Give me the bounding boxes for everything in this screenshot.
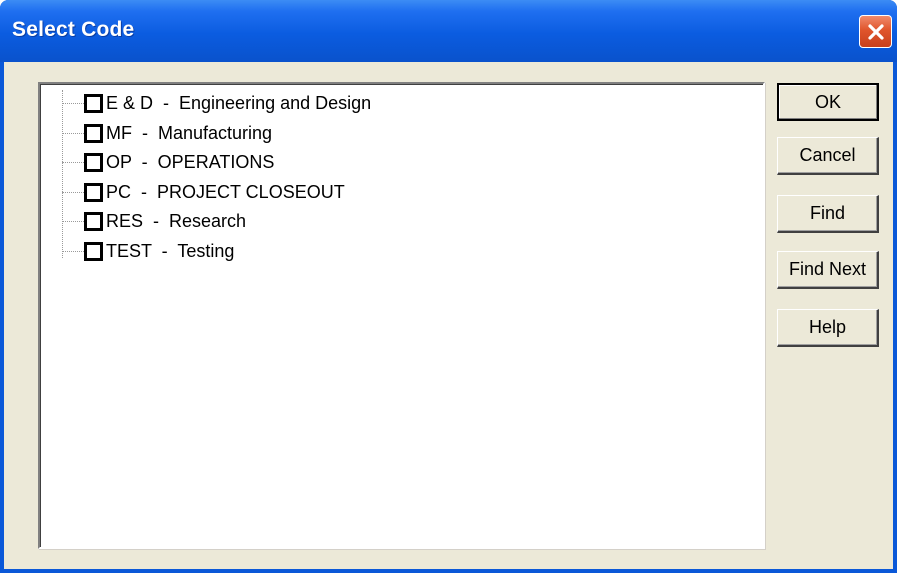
checkbox[interactable] <box>84 241 103 261</box>
tree-item-label: PC - PROJECT CLOSEOUT <box>106 181 345 202</box>
tree-item-operations[interactable]: OP - OPERATIONS <box>62 147 274 177</box>
tree-item-label: OP - OPERATIONS <box>106 151 275 172</box>
tree-branch-line <box>62 191 84 193</box>
help-button[interactable]: Help <box>777 309 879 347</box>
checkbox[interactable] <box>84 93 103 113</box>
code-tree[interactable]: E & D - Engineering and Design MF - Manu… <box>38 82 765 549</box>
tree-branch-line <box>62 132 84 134</box>
checkbox[interactable] <box>84 123 103 143</box>
find-next-button[interactable]: Find Next <box>777 251 879 289</box>
dialog-title: Select Code <box>12 18 135 41</box>
tree-item-label: MF - Manufacturing <box>106 122 273 143</box>
tree-branch-line <box>62 102 84 104</box>
ok-button[interactable]: OK <box>777 83 879 121</box>
tree-item-engineering-and-design[interactable]: E & D - Engineering and Design <box>62 88 371 118</box>
checkbox[interactable] <box>84 152 103 172</box>
close-button[interactable] <box>859 15 892 48</box>
tree-branch-line <box>62 161 84 163</box>
close-icon <box>867 23 884 40</box>
title-bar[interactable]: Select Code <box>0 0 897 62</box>
tree-item-label: E & D - Engineering and Design <box>106 92 372 113</box>
checkbox[interactable] <box>84 182 103 202</box>
tree-item-research[interactable]: RES - Research <box>62 206 246 236</box>
tree-item-manufacturing[interactable]: MF - Manufacturing <box>62 118 272 148</box>
checkbox[interactable] <box>84 211 103 231</box>
tree-branch-line <box>62 250 84 252</box>
select-code-dialog: Select Code E & D - Engineering and Desi… <box>0 0 897 573</box>
tree-item-label: RES - Research <box>106 210 247 231</box>
tree-item-project-closeout[interactable]: PC - PROJECT CLOSEOUT <box>62 177 345 207</box>
dialog-body: E & D - Engineering and Design MF - Manu… <box>4 62 893 569</box>
find-button[interactable]: Find <box>777 195 879 233</box>
tree-item-label: TEST - Testing <box>106 240 235 261</box>
cancel-button[interactable]: Cancel <box>777 137 879 175</box>
tree-branch-line <box>62 220 84 222</box>
tree-item-testing[interactable]: TEST - Testing <box>62 236 234 266</box>
